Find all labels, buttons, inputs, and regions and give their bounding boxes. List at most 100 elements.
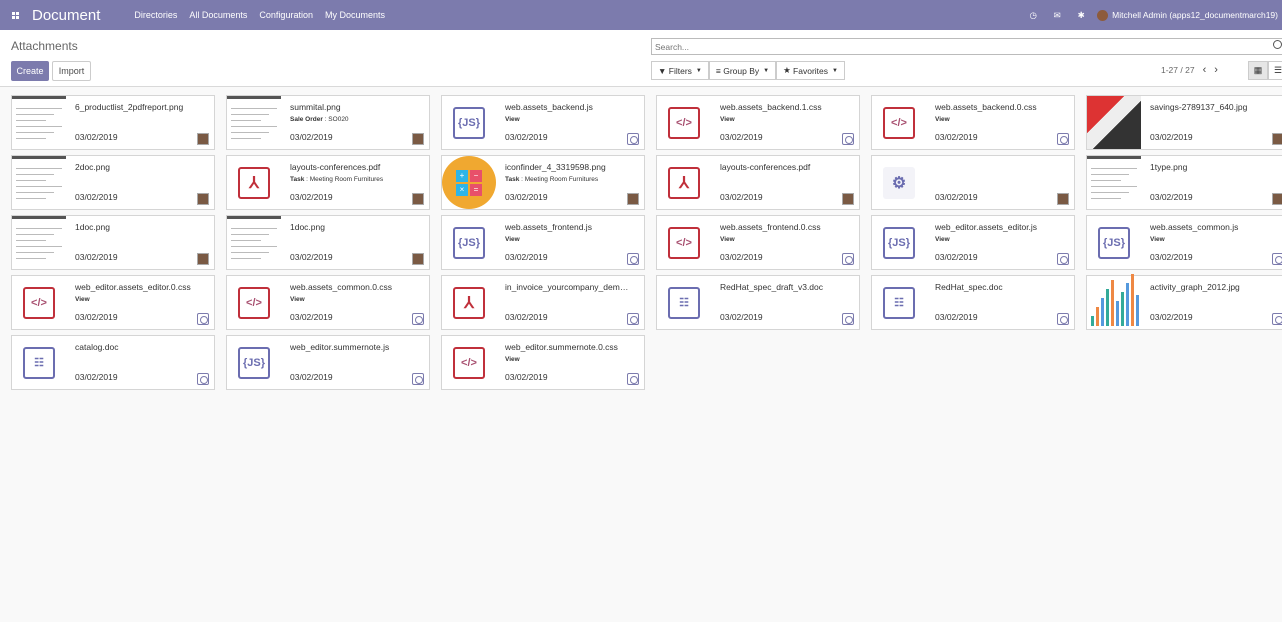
document-card[interactable]: ⅄ layouts-conferences.pdf Task : Meeting R… [226,155,430,210]
favorites-button[interactable]: ★ Favorites ▼ [776,61,845,80]
card-thumbnail[interactable] [1087,156,1141,209]
owner-avatar[interactable] [197,253,209,265]
owner-avatar[interactable] [1272,133,1282,145]
document-card[interactable]: ☷ RedHat_spec.doc 03/02/2019 [871,275,1075,330]
document-card[interactable]: </> web.assets_backend.1.css View 03/02/201… [656,95,860,150]
card-thumbnail[interactable]: ☷ [12,336,66,389]
card-thumbnail[interactable]: </> [657,96,711,149]
owner-placeholder-icon[interactable] [1057,253,1069,265]
document-card[interactable]: {JS} web.assets_common.js View 03/02/2019 [1086,215,1282,270]
owner-placeholder-icon[interactable] [412,313,424,325]
card-thumbnail[interactable]: {JS} [442,216,496,269]
card-thumbnail[interactable]: {JS} [1087,216,1141,269]
owner-placeholder-icon[interactable] [197,373,209,385]
card-thumbnail[interactable]: </> [872,96,926,149]
document-card[interactable]: ⚙ 03/02/2019 [871,155,1075,210]
document-card[interactable]: {JS} web.assets_frontend.js View 03/02/2019 [441,215,645,270]
search-input[interactable] [651,38,1282,55]
owner-placeholder-icon[interactable] [1057,133,1069,145]
owner-placeholder-icon[interactable] [627,313,639,325]
document-card[interactable]: {JS} web_editor.summernote.js 03/02/2019 [226,335,430,390]
owner-placeholder-icon[interactable] [842,133,854,145]
document-card[interactable]: ☷ catalog.doc 03/02/2019 [11,335,215,390]
card-thumbnail[interactable] [12,96,66,149]
chat-icon[interactable]: ✉ [1047,0,1067,30]
owner-placeholder-icon[interactable] [627,253,639,265]
document-card[interactable]: activity_graph_2012.jpg 03/02/2019 [1086,274,1282,330]
card-thumbnail[interactable]: {JS} [227,336,281,389]
document-card[interactable]: ⅄ in_invoice_yourcompany_dem… 03/02/2019 [441,275,645,330]
owner-placeholder-icon[interactable] [1057,313,1069,325]
document-card[interactable]: </> web.assets_backend.0.css View 03/02/201… [871,95,1075,150]
owner-placeholder-icon[interactable] [1272,253,1282,265]
card-thumbnail[interactable] [12,156,66,209]
clock-icon[interactable]: ◷ [1023,0,1043,30]
avatar[interactable] [1097,9,1109,21]
card-thumbnail[interactable]: ☷ [872,276,926,329]
document-card[interactable]: ⅄ layouts-conferences.pdf 03/02/2019 [656,155,860,210]
document-card[interactable]: </> web_editor.summernote.0.css View 03/02/… [441,335,645,390]
owner-placeholder-icon[interactable] [842,313,854,325]
owner-placeholder-icon[interactable] [1272,313,1282,325]
document-card[interactable]: </> web.assets_common.0.css View 03/02/2019 [226,275,430,330]
app-brand[interactable]: Document [32,7,100,24]
menu-directories[interactable]: Directories [134,10,177,20]
owner-avatar[interactable] [412,193,424,205]
card-thumbnail[interactable] [1087,96,1141,149]
create-button[interactable]: Create [11,61,49,81]
document-card[interactable]: summital.png Sale Order : SO020 03/02/2019 [226,95,430,150]
card-thumbnail[interactable]: ⅄ [657,156,711,209]
kanban-view-icon[interactable]: ▦ [1248,61,1268,80]
search-icon[interactable] [1273,40,1282,49]
document-card[interactable]: 6_productlist_2pdfreport.png 03/02/2019 [11,95,215,150]
card-thumbnail[interactable]: </> [227,276,281,329]
owner-avatar[interactable] [627,193,639,205]
document-card[interactable]: {JS} web.assets_backend.js View 03/02/2019 [441,95,645,150]
user-name[interactable]: Mitchell Admin (apps12_documentmarch19) [1112,10,1278,20]
card-thumbnail[interactable]: + − × = [442,156,496,209]
owner-placeholder-icon[interactable] [412,373,424,385]
card-thumbnail[interactable] [1087,274,1141,329]
document-card[interactable]: {JS} web_editor.assets_editor.js View 03/02… [871,215,1075,270]
owner-placeholder-icon[interactable] [627,133,639,145]
owner-placeholder-icon[interactable] [627,373,639,385]
owner-avatar[interactable] [412,133,424,145]
import-button[interactable]: Import [52,61,91,81]
card-thumbnail[interactable]: ⚙ [872,156,926,209]
filters-button[interactable]: ▼ Filters ▼ [651,61,709,80]
document-card[interactable]: 1doc.png 03/02/2019 [11,215,215,270]
document-card[interactable]: </> web.assets_frontend.0.css View 03/02/20… [656,215,860,270]
owner-avatar[interactable] [1057,193,1069,205]
document-card[interactable]: 1type.png 03/02/2019 [1086,155,1282,210]
pager-next-icon[interactable]: › [1214,64,1218,76]
card-thumbnail[interactable] [227,216,281,269]
card-thumbnail[interactable]: ⅄ [227,156,281,209]
card-thumbnail[interactable]: {JS} [872,216,926,269]
list-view-icon[interactable]: ☰ [1268,61,1282,80]
document-card[interactable]: 1doc.png 03/02/2019 [226,215,430,270]
card-thumbnail[interactable]: </> [12,276,66,329]
document-card[interactable]: 2doc.png 03/02/2019 [11,155,215,210]
owner-placeholder-icon[interactable] [197,313,209,325]
bug-icon[interactable]: ✱ [1071,0,1091,30]
card-thumbnail[interactable]: ☷ [657,276,711,329]
menu-my-documents[interactable]: My Documents [325,10,385,20]
card-thumbnail[interactable]: </> [657,216,711,269]
pager-previous-icon[interactable]: ‹ [1203,64,1207,76]
menu-all-documents[interactable]: All Documents [189,10,247,20]
document-card[interactable]: + − × = iconfinder_4_3319598.png Task : Meeti… [441,155,645,210]
owner-placeholder-icon[interactable] [842,253,854,265]
owner-avatar[interactable] [197,133,209,145]
document-card[interactable]: ☷ RedHat_spec_draft_v3.doc 03/02/2019 [656,275,860,330]
card-thumbnail[interactable]: {JS} [442,96,496,149]
card-thumbnail[interactable] [227,96,281,149]
pager-value[interactable]: 1-27 / 27 [1161,65,1195,75]
document-card[interactable]: </> web_editor.assets_editor.0.css View 03/… [11,275,215,330]
group-by-button[interactable]: ≡ Group By ▼ [708,61,777,80]
owner-avatar[interactable] [412,253,424,265]
card-thumbnail[interactable] [12,216,66,269]
owner-avatar[interactable] [197,193,209,205]
document-card[interactable]: savings-2789137_640.jpg 03/02/2019 [1086,95,1282,150]
apps-menu-icon[interactable] [0,0,30,30]
owner-avatar[interactable] [1272,193,1282,205]
